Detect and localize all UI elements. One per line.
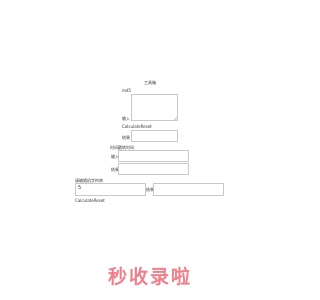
md5-button-group: CalculateReset [122, 124, 152, 129]
random-string-calculate-button[interactable]: Calculate [75, 198, 94, 203]
md5-reset-button[interactable]: Reset [141, 124, 152, 129]
random-string-button-group: CalculateReset [75, 198, 105, 203]
random-string-input-field[interactable]: 5 [75, 183, 146, 196]
random-string-reset-button[interactable]: Reset [94, 198, 105, 203]
random-string-input-value: 5 [78, 185, 82, 191]
md5-textarea[interactable] [131, 94, 178, 121]
md5-result-label: 结果 [122, 135, 130, 140]
md5-label: md5 [122, 88, 131, 93]
resize-grip-icon[interactable] [173, 116, 177, 120]
md5-input-label: 输入 [122, 116, 130, 121]
timestamp-input-field[interactable] [118, 150, 189, 162]
timestamp-result-field[interactable] [118, 163, 189, 175]
random-string-result-field[interactable] [153, 183, 224, 196]
watermark-text: 秒收录啦 [107, 266, 192, 288]
tool-title: 工具箱 [144, 80, 156, 85]
md5-calculate-button[interactable]: Calculate [122, 124, 141, 129]
md5-result-field[interactable] [131, 130, 178, 142]
